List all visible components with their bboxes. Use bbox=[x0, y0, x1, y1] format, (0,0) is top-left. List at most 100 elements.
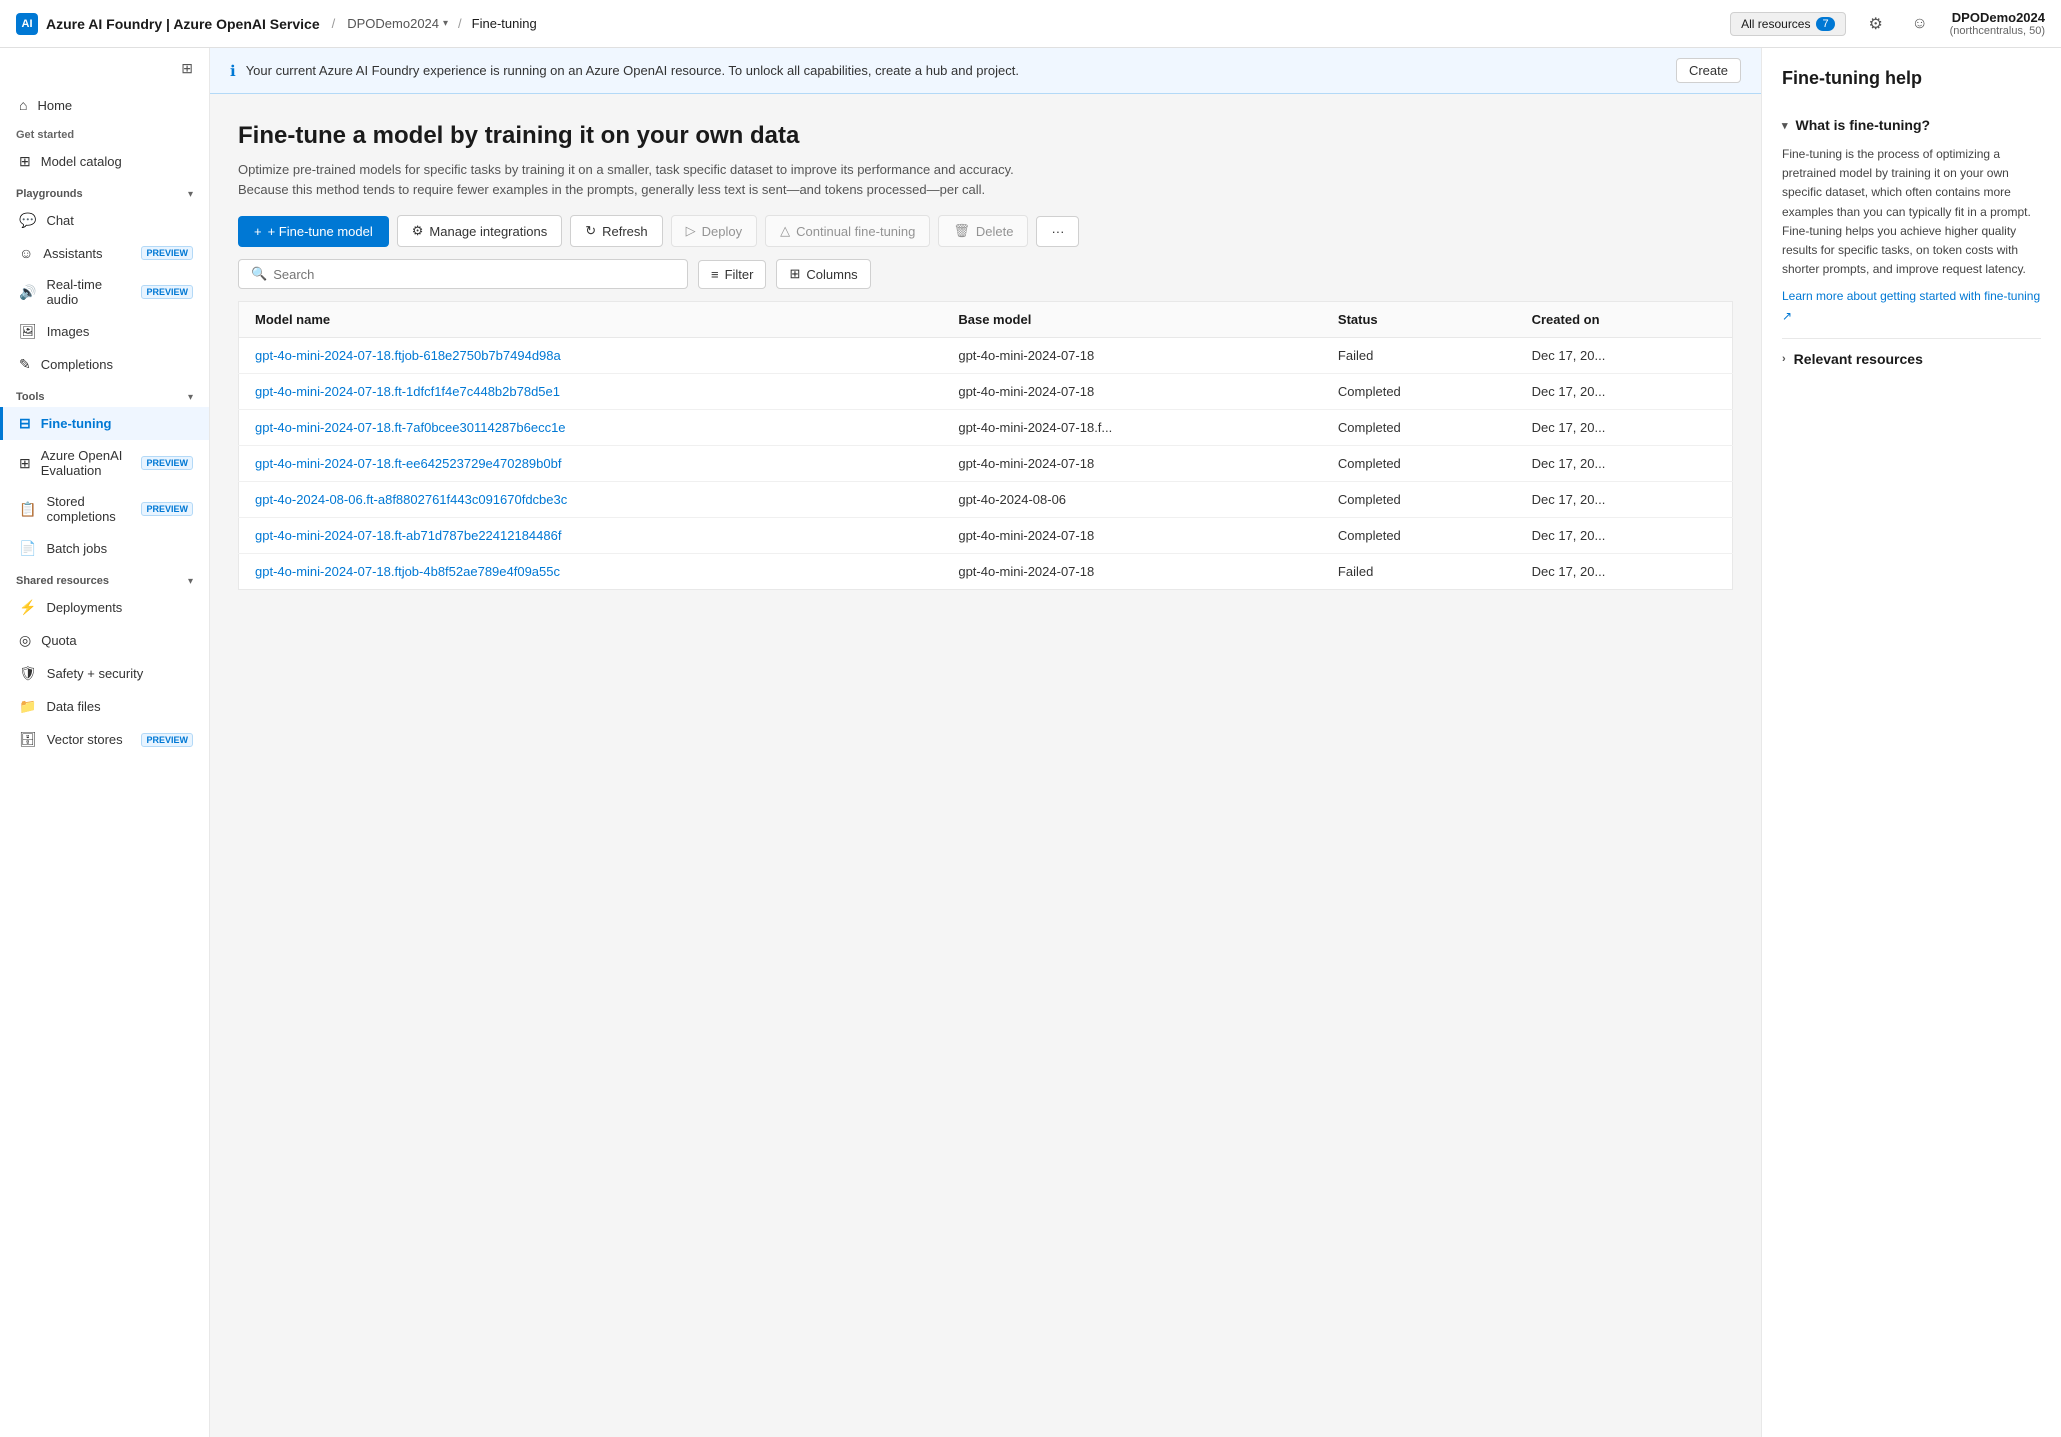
stored-completions-label: Stored completions bbox=[46, 494, 127, 524]
continual-fine-tuning-button[interactable]: △ Continual fine-tuning bbox=[765, 215, 930, 247]
table-row[interactable]: gpt-4o-mini-2024-07-18.ft-ab71d787be2241… bbox=[239, 518, 1733, 554]
learn-more-link[interactable]: Learn more about getting started with fi… bbox=[1782, 287, 2041, 325]
sidebar-item-images[interactable]: 🖼 Images bbox=[0, 315, 209, 348]
sidebar-item-home[interactable]: ⌂ Home bbox=[0, 89, 209, 121]
table-row[interactable]: gpt-4o-2024-08-06.ft-a8f8802761f443c0916… bbox=[239, 482, 1733, 518]
relevant-resources-header[interactable]: › Relevant resources bbox=[1782, 351, 2041, 367]
table-row[interactable]: gpt-4o-mini-2024-07-18.ft-ee642523729e47… bbox=[239, 446, 1733, 482]
cell-model-name: gpt-4o-mini-2024-07-18.ft-ab71d787be2241… bbox=[239, 518, 943, 554]
sidebar-item-vector-stores[interactable]: 🗄 Vector stores PREVIEW bbox=[0, 723, 209, 756]
stored-completions-preview-badge: PREVIEW bbox=[141, 502, 193, 516]
cell-base-model: gpt-4o-mini-2024-07-18.f... bbox=[942, 410, 1322, 446]
cell-status: Completed bbox=[1322, 446, 1516, 482]
relevant-resources-label: Relevant resources bbox=[1794, 351, 1923, 367]
manage-integrations-button[interactable]: ⚙ Manage integrations bbox=[397, 215, 562, 247]
sidebar-item-azure-openai-eval[interactable]: ⊞ Azure OpenAI Evaluation PREVIEW bbox=[0, 440, 209, 486]
cell-created-on: Dec 17, 20... bbox=[1516, 410, 1733, 446]
model-name-link[interactable]: gpt-4o-mini-2024-07-18.ftjob-4b8f52ae789… bbox=[255, 564, 560, 579]
cell-status: Completed bbox=[1322, 410, 1516, 446]
what-is-fine-tuning-header[interactable]: ▾ What is fine-tuning? bbox=[1782, 105, 2041, 145]
cell-base-model: gpt-4o-mini-2024-07-18 bbox=[942, 446, 1322, 482]
eval-preview-badge: PREVIEW bbox=[141, 456, 193, 470]
create-button[interactable]: Create bbox=[1676, 58, 1741, 83]
sidebar-item-quota[interactable]: ◎ Quota bbox=[0, 624, 209, 657]
brand-label: Azure AI Foundry | Azure OpenAI Service bbox=[46, 16, 320, 32]
fine-tune-plus-icon: + bbox=[254, 224, 262, 239]
main-panel-inner: Fine-tune a model by training it on your… bbox=[210, 94, 1761, 1437]
user-info[interactable]: DPODemo2024 (northcentralus, 50) bbox=[1950, 10, 2045, 37]
fine-tune-model-button[interactable]: + + Fine-tune model bbox=[238, 216, 389, 247]
batch-jobs-label: Batch jobs bbox=[46, 541, 193, 556]
continual-icon: △ bbox=[780, 223, 790, 239]
page-header: Fine-tune a model by training it on your… bbox=[210, 94, 1761, 215]
deploy-button[interactable]: ▷ Deploy bbox=[671, 215, 757, 247]
what-is-chevron-icon: ▾ bbox=[1782, 119, 1788, 132]
sidebar-item-realtime-audio[interactable]: 🔊 Real-time audio PREVIEW bbox=[0, 269, 209, 315]
cell-model-name: gpt-4o-2024-08-06.ft-a8f8802761f443c0916… bbox=[239, 482, 943, 518]
model-name-link[interactable]: gpt-4o-mini-2024-07-18.ft-7af0bcee301142… bbox=[255, 420, 566, 435]
model-catalog-label: Model catalog bbox=[41, 154, 193, 169]
home-icon: ⌂ bbox=[19, 97, 27, 113]
search-input[interactable] bbox=[273, 267, 675, 282]
model-name-link[interactable]: gpt-4o-mini-2024-07-18.ftjob-618e2750b7b… bbox=[255, 348, 561, 363]
cell-created-on: Dec 17, 20... bbox=[1516, 554, 1733, 590]
model-name-link[interactable]: gpt-4o-mini-2024-07-18.ft-ab71d787be2241… bbox=[255, 528, 561, 543]
info-banner-text: Your current Azure AI Foundry experience… bbox=[246, 63, 1019, 78]
more-options-button[interactable]: ··· bbox=[1036, 216, 1079, 247]
model-name-link[interactable]: gpt-4o-2024-08-06.ft-a8f8802761f443c0916… bbox=[255, 492, 567, 507]
fine-tuning-icon: ⊟ bbox=[19, 415, 31, 432]
search-box[interactable]: 🔍 bbox=[238, 259, 688, 289]
workspace-label[interactable]: DPODemo2024 ▾ bbox=[347, 16, 448, 31]
what-is-body: Fine-tuning is the process of optimizing… bbox=[1782, 145, 2041, 338]
all-resources-button[interactable]: All resources 7 bbox=[1730, 12, 1845, 36]
assistants-label: Assistants bbox=[43, 246, 127, 261]
sidebar-item-model-catalog[interactable]: ⊞ Model catalog bbox=[0, 145, 209, 178]
table-header: Model name Base model Status Created on bbox=[239, 302, 1733, 338]
settings-icon[interactable]: ⚙ bbox=[1862, 10, 1890, 38]
content-area: ℹ Your current Azure AI Foundry experien… bbox=[210, 48, 2061, 1437]
data-files-label: Data files bbox=[46, 699, 193, 714]
playgrounds-section-label: Playgrounds bbox=[16, 188, 83, 200]
get-started-section: Get started bbox=[0, 121, 209, 145]
help-panel: Fine-tuning help ▾ What is fine-tuning? … bbox=[1761, 48, 2061, 1437]
sidebar-toggle-btn[interactable]: ⊞ bbox=[177, 56, 197, 81]
sidebar-item-chat[interactable]: 💬 Chat bbox=[0, 204, 209, 237]
sidebar-item-stored-completions[interactable]: 📋 Stored completions PREVIEW bbox=[0, 486, 209, 532]
model-name-link[interactable]: gpt-4o-mini-2024-07-18.ft-1dfcf1f4e7c448… bbox=[255, 384, 560, 399]
logo-icon: AI bbox=[16, 13, 38, 35]
vector-stores-label: Vector stores bbox=[47, 732, 128, 747]
batch-jobs-icon: 📄 bbox=[19, 540, 36, 557]
model-name-link[interactable]: gpt-4o-mini-2024-07-18.ft-ee642523729e47… bbox=[255, 456, 561, 471]
sidebar-item-fine-tuning[interactable]: ⊟ Fine-tuning bbox=[0, 407, 209, 440]
table-row[interactable]: gpt-4o-mini-2024-07-18.ftjob-618e2750b7b… bbox=[239, 338, 1733, 374]
fine-tuning-table: Model name Base model Status Created on … bbox=[238, 301, 1733, 590]
shared-resources-section-header[interactable]: Shared resources ▾ bbox=[0, 565, 209, 591]
playgrounds-section-header[interactable]: Playgrounds ▾ bbox=[0, 178, 209, 204]
sidebar-item-deployments[interactable]: ⚡ Deployments bbox=[0, 591, 209, 624]
assistants-preview-badge: PREVIEW bbox=[141, 246, 193, 260]
table-row[interactable]: gpt-4o-mini-2024-07-18.ft-1dfcf1f4e7c448… bbox=[239, 374, 1733, 410]
sidebar-item-batch-jobs[interactable]: 📄 Batch jobs bbox=[0, 532, 209, 565]
col-status: Status bbox=[1322, 302, 1516, 338]
columns-button[interactable]: ⊞ Columns bbox=[776, 259, 870, 289]
filter-label: Filter bbox=[725, 267, 754, 282]
deploy-icon: ▷ bbox=[686, 223, 696, 239]
sidebar-item-assistants[interactable]: ☺ Assistants PREVIEW bbox=[0, 237, 209, 269]
refresh-button[interactable]: ↻ Refresh bbox=[570, 215, 662, 247]
sidebar-item-completions[interactable]: ✎ Completions bbox=[0, 348, 209, 381]
sidebar-item-safety-security[interactable]: 🛡 Safety + security bbox=[0, 657, 209, 690]
filter-icon: ≡ bbox=[711, 267, 719, 282]
topbar: AI Azure AI Foundry | Azure OpenAI Servi… bbox=[0, 0, 2061, 48]
eval-label: Azure OpenAI Evaluation bbox=[41, 448, 128, 478]
delete-button[interactable]: 🗑 Delete bbox=[938, 215, 1028, 247]
table-row[interactable]: gpt-4o-mini-2024-07-18.ft-7af0bcee301142… bbox=[239, 410, 1733, 446]
tools-section-header[interactable]: Tools ▾ bbox=[0, 381, 209, 407]
sidebar-item-data-files[interactable]: 📁 Data files bbox=[0, 690, 209, 723]
help-icon[interactable]: ☺ bbox=[1906, 10, 1934, 38]
filter-button[interactable]: ≡ Filter bbox=[698, 260, 766, 289]
table-toolbar: 🔍 ≡ Filter ⊞ Columns bbox=[238, 259, 1733, 289]
main-layout: ⊞ ⌂ Home Get started ⊞ Model catalog Pla… bbox=[0, 48, 2061, 1437]
deployments-icon: ⚡ bbox=[19, 599, 36, 616]
fine-tuning-label: Fine-tuning bbox=[41, 416, 193, 431]
table-row[interactable]: gpt-4o-mini-2024-07-18.ftjob-4b8f52ae789… bbox=[239, 554, 1733, 590]
